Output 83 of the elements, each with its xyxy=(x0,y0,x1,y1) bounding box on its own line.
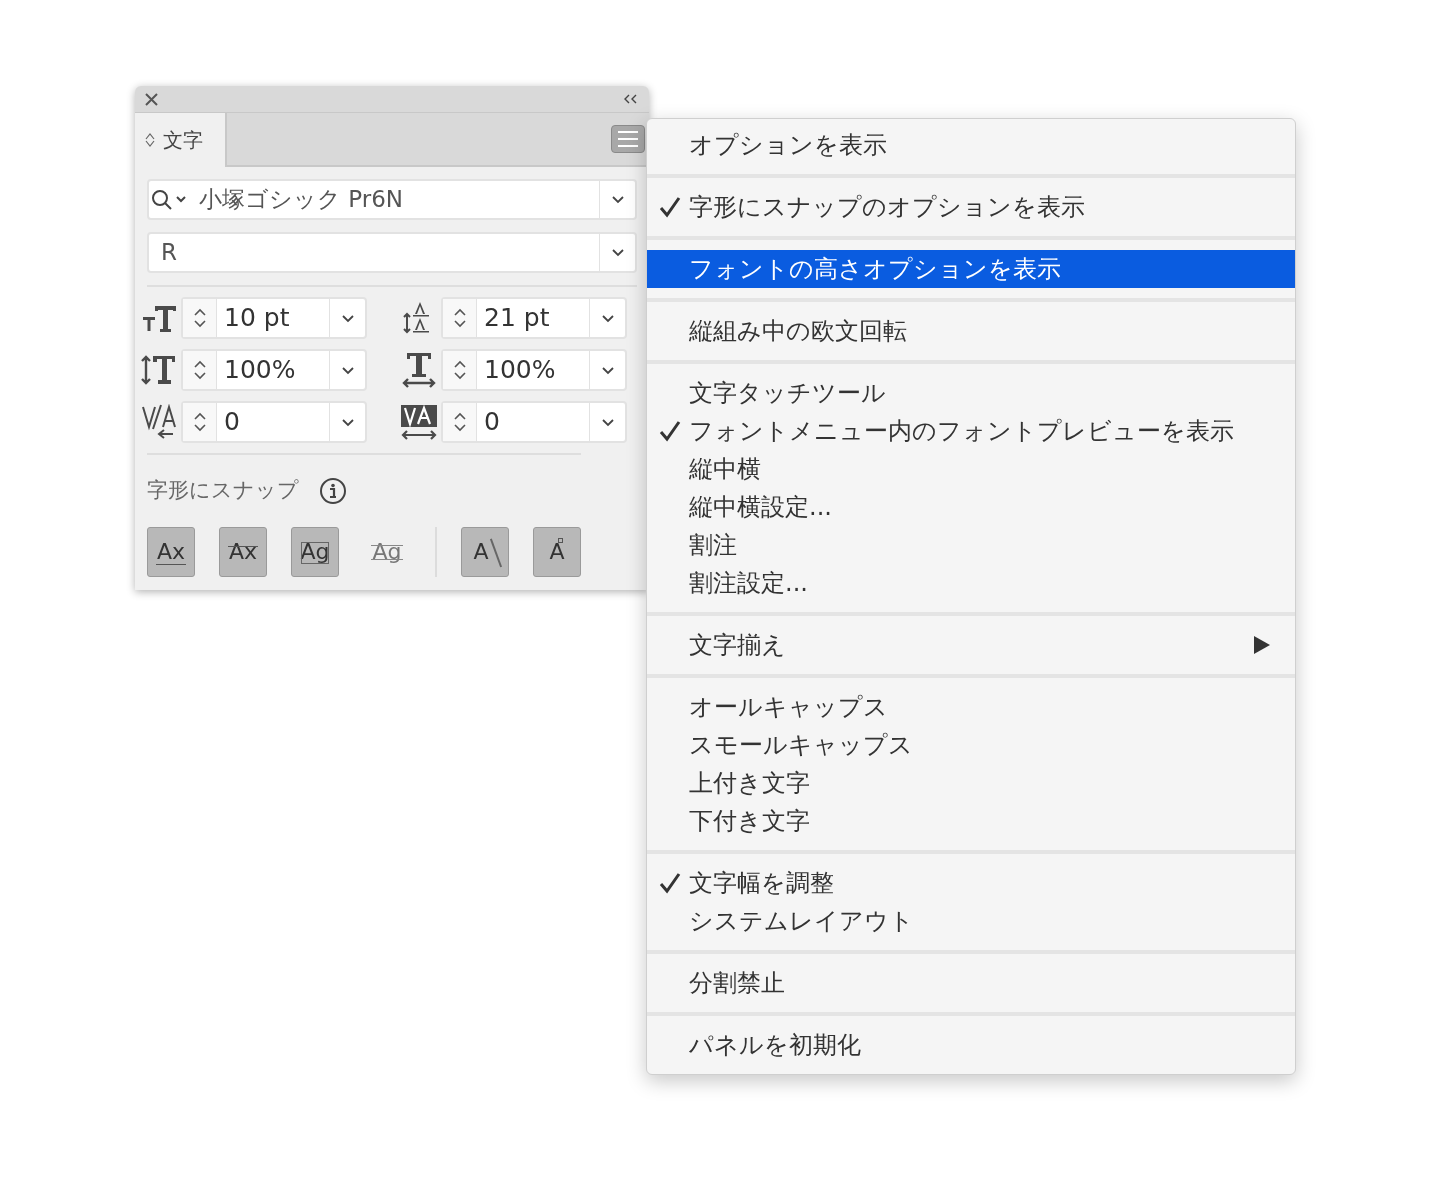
stepper[interactable] xyxy=(183,351,217,389)
snap-toggle[interactable]: A xyxy=(461,526,509,577)
menu-item[interactable]: 縦組み中の欧文回転 xyxy=(647,312,1295,350)
chevron-down-icon xyxy=(340,313,355,323)
number-field[interactable]: 0 xyxy=(441,401,627,443)
snap-label: 字形にスナップ xyxy=(147,477,299,504)
menu-item[interactable]: 割注 xyxy=(647,526,1295,564)
chevron-down-icon xyxy=(340,417,355,427)
menu-item[interactable]: パネルを初期化 xyxy=(647,1026,1295,1064)
menu-item[interactable]: 文字揃え xyxy=(647,626,1295,664)
chevron-down-icon[interactable] xyxy=(192,424,207,432)
chevron-up-icon[interactable] xyxy=(192,360,207,368)
font-size-icon xyxy=(141,303,177,333)
menu-item[interactable]: オールキャップス xyxy=(647,688,1295,726)
number-field[interactable]: 10 pt xyxy=(181,297,367,339)
number-field[interactable]: 21 pt xyxy=(441,297,627,339)
checkmark-icon xyxy=(659,872,681,894)
chevron-down-icon xyxy=(600,313,615,323)
menu-item[interactable]: 字形にスナップのオプションを表示 xyxy=(647,188,1295,226)
checkmark-icon xyxy=(659,420,681,442)
font-style-field[interactable]: R xyxy=(147,232,637,273)
font-style-value: R xyxy=(160,238,178,268)
close-icon[interactable] xyxy=(145,92,158,106)
kerning-icon xyxy=(141,404,177,440)
stepper[interactable] xyxy=(183,299,217,337)
panel-menu-button[interactable] xyxy=(611,125,645,153)
field-value: 100% xyxy=(223,354,297,387)
collapse-icon[interactable] xyxy=(623,94,639,104)
chevron-down-icon xyxy=(340,365,355,375)
stepper[interactable] xyxy=(183,403,217,441)
font-family-value: 小塚ゴシック Pr6N xyxy=(199,185,404,215)
snap-toggle[interactable]: Ax xyxy=(147,526,195,577)
vertical-scale-icon xyxy=(141,354,177,386)
checkmark-icon xyxy=(659,196,681,218)
snap-toggle[interactable]: Ag xyxy=(363,526,411,577)
info-icon[interactable] xyxy=(319,476,347,505)
number-field[interactable]: 100% xyxy=(441,349,627,391)
menu-item[interactable]: 縦中横 xyxy=(647,450,1295,488)
stepper[interactable] xyxy=(443,403,477,441)
menu-item[interactable]: 文字幅を調整 xyxy=(647,864,1295,902)
field-value: 21 pt xyxy=(483,302,551,335)
panel-tab[interactable]: 文字 xyxy=(135,113,227,167)
chevron-down-icon[interactable] xyxy=(192,372,207,380)
stepper[interactable] xyxy=(443,299,477,337)
horizontal-scale-icon xyxy=(401,352,437,388)
chevron-up-icon[interactable] xyxy=(452,412,467,420)
search-icon xyxy=(151,188,189,211)
number-field[interactable]: 0 xyxy=(181,401,367,443)
chevron-down-icon xyxy=(610,248,625,257)
chevron-down-icon xyxy=(600,365,615,375)
expand-icon xyxy=(145,132,155,148)
menu-item[interactable]: 文字タッチツール xyxy=(647,374,1295,412)
menu-item[interactable]: 下付き文字 xyxy=(647,802,1295,840)
chevron-down-icon xyxy=(610,195,625,204)
field-value: 100% xyxy=(483,354,557,387)
chevron-up-icon[interactable] xyxy=(192,308,207,316)
menu-item[interactable]: 縦中横設定... xyxy=(647,488,1295,526)
field-value: 10 pt xyxy=(223,302,291,335)
snap-toggle[interactable]: Ag xyxy=(291,526,339,577)
menu-item[interactable]: 上付き文字 xyxy=(647,764,1295,802)
chevron-up-icon[interactable] xyxy=(452,308,467,316)
chevron-up-icon[interactable] xyxy=(452,360,467,368)
field-value: 0 xyxy=(223,406,241,439)
menu-item[interactable]: オプションを表示 xyxy=(647,126,1295,164)
menu-item[interactable]: 分割禁止 xyxy=(647,964,1295,1002)
menu-item[interactable]: フォントメニュー内のフォントプレビューを表示 xyxy=(647,412,1295,450)
chevron-down-icon xyxy=(600,417,615,427)
font-family-field[interactable]: 小塚ゴシック Pr6N xyxy=(147,179,637,220)
chevron-down-icon[interactable] xyxy=(452,372,467,380)
menu-item[interactable]: システムレイアウト xyxy=(647,902,1295,940)
chevron-down-icon[interactable] xyxy=(452,320,467,328)
chevron-down-icon[interactable] xyxy=(452,424,467,432)
snap-toggle[interactable]: A xyxy=(533,526,581,577)
chevron-up-icon[interactable] xyxy=(192,412,207,420)
field-value: 0 xyxy=(483,406,501,439)
menu-item[interactable]: スモールキャップス xyxy=(647,726,1295,764)
menu-item[interactable]: フォントの高さオプションを表示 xyxy=(647,250,1295,288)
menu-item[interactable]: 割注設定... xyxy=(647,564,1295,602)
stepper[interactable] xyxy=(443,351,477,389)
tracking-icon xyxy=(400,404,438,440)
number-field[interactable]: 100% xyxy=(181,349,367,391)
snap-toggle[interactable]: Ax xyxy=(219,526,267,577)
chevron-down-icon[interactable] xyxy=(192,320,207,328)
